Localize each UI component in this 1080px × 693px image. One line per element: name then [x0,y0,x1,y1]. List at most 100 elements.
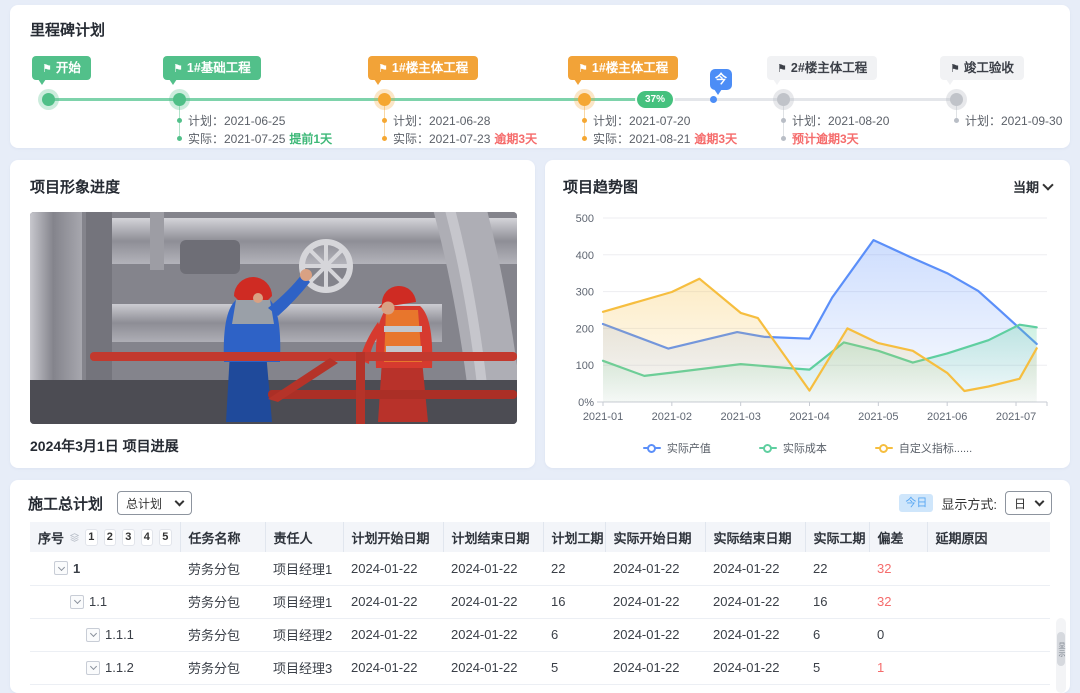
legend-item[interactable]: 自定义指标...... [875,440,972,456]
svg-text:200: 200 [576,323,594,335]
trend-chart: 0%1002003004005002021-012021-022021-0320… [561,204,1053,438]
period-selector[interactable]: 当期 [1013,177,1052,196]
chevron-down-icon [1035,497,1045,507]
bullet-dot [954,118,959,123]
level-button-4[interactable]: 4 [141,529,153,546]
milestone-badge: ⚑1#基础工程 [163,56,261,80]
bullet-dot [382,136,387,141]
milestone-dates: 计划：2021-09-30 [954,111,1062,129]
svg-text:2021-05: 2021-05 [858,411,898,423]
milestone-dates: 计划：2021-06-28 实际：2021-07-23逾期3天 [382,111,537,147]
trend-card-title: 项目趋势图 [563,176,638,197]
milestone-node [378,93,391,106]
delta-early: 提前1天 [289,132,332,146]
chevron-down-icon [1042,179,1053,190]
col-deviation: 偏差 [869,522,927,552]
milestone-node [777,93,790,106]
flag-icon: ⚑ [42,63,52,75]
bullet-dot [582,136,587,141]
chevron-down-icon [175,497,185,507]
milestone-dates: 计划：2021-06-25 实际：2021-07-25提前1天 [177,111,332,147]
col-owner: 责任人 [265,522,343,552]
svg-text:2021-01: 2021-01 [583,411,623,423]
milestone-card-title: 里程碑计划 [30,19,105,40]
col-act-days: 实际工期 [805,522,869,552]
level-button-2[interactable]: 2 [104,529,116,546]
col-plan-days: 计划工期 [543,522,605,552]
project-trend-card: 项目趋势图 当期 0%1002003004005002021-012021-02… [545,160,1070,468]
level-button-5[interactable]: 5 [159,529,171,546]
today-marker: 今 [710,69,732,90]
expand-toggle[interactable] [54,561,68,575]
level-button-1[interactable]: 1 [85,529,97,546]
milestone-badge: ⚑1#楼主体工程 [368,56,478,80]
chart-legend: 实际产值 实际成本 自定义指标...... [545,440,1070,456]
delta-late: 逾期3天 [494,132,537,146]
table-row[interactable]: 1.1 劳务分包 项目经理1 2024-01-22 2024-01-22 16 … [30,585,1050,618]
bullet-dot [781,136,786,141]
milestone-badge: ⚑1#楼主体工程 [568,56,678,80]
today-dot [710,96,717,103]
scrollbar-thumb[interactable]: 显示 [1057,632,1065,666]
milestone-badge: ⚑开始 [32,56,91,80]
level-button-3[interactable]: 3 [122,529,134,546]
milestone-plan-card: 里程碑计划 ⚑开始 ⚑1#基础工程 ⚑1#楼主体工程 ⚑1#楼主体工程 ⚑2#楼… [10,5,1070,148]
milestone-node [42,93,55,106]
plan-type-select[interactable]: 总计划 [117,491,192,515]
vertical-scrollbar[interactable]: 显示 [1056,618,1066,693]
today-button[interactable]: 今日 [899,494,933,512]
svg-text:400: 400 [576,250,594,262]
col-task: 任务名称 [180,522,265,552]
forecast-late: 预计逾期3天 [792,130,859,147]
plan-table-title: 施工总计划 [28,493,103,514]
legend-marker-icon [643,444,661,453]
photo-caption: 2024年3月1日 项目进展 [30,436,179,456]
bullet-dot [382,118,387,123]
project-photo[interactable] [30,212,517,424]
milestone-dates: 计划：2021-07-20 实际：2021-08-21逾期3天 [582,111,737,147]
legend-marker-icon [875,444,893,453]
legend-item[interactable]: 实际成本 [759,440,827,456]
period-selector-value: 当期 [1013,177,1039,196]
col-seq: 序号 [38,528,64,547]
table-row[interactable]: 1 劳务分包 项目经理1 2024-01-22 2024-01-22 22 20… [30,552,1050,585]
legend-marker-icon [759,444,777,453]
project-progress-card: 项目形象进度 [10,160,535,468]
expand-toggle[interactable] [86,628,100,642]
svg-text:2021-07: 2021-07 [996,411,1036,423]
timeline-done-segment [48,98,662,101]
bullet-dot [781,118,786,123]
col-act-end: 实际结束日期 [705,522,805,552]
svg-text:2021-04: 2021-04 [789,411,829,423]
milestone-badge: ⚑竣工验收 [940,56,1024,80]
table-header-row: 序号 1 2 3 4 5 任务名称 责任人 计划开 [30,522,1050,552]
flag-icon: ⚑ [950,63,960,75]
bullet-dot [177,118,182,123]
svg-text:2021-06: 2021-06 [927,411,967,423]
layers-icon [70,531,79,544]
progress-badge: 37% [637,91,673,108]
milestone-node [173,93,186,106]
expand-toggle[interactable] [70,595,84,609]
svg-text:300: 300 [576,287,594,299]
table-row[interactable]: 1.1.2 劳务分包 项目经理3 2024-01-22 2024-01-22 5… [30,651,1050,684]
photo-card-title: 项目形象进度 [30,176,120,197]
project-photo-illustration [30,212,517,424]
flag-icon: ⚑ [173,63,183,75]
svg-text:0%: 0% [578,397,594,409]
svg-text:100: 100 [576,360,594,372]
expand-toggle[interactable] [86,661,100,675]
table-row[interactable]: 1.1.1 劳务分包 项目经理2 2024-01-22 2024-01-22 6… [30,618,1050,651]
col-delay-reason: 延期原因 [927,522,1050,552]
bullet-dot [582,118,587,123]
legend-item[interactable]: 实际产值 [643,440,711,456]
col-plan-start: 计划开始日期 [343,522,443,552]
milestone-dates: 计划：2021-08-20 预计逾期3天 [781,111,889,147]
col-act-start: 实际开始日期 [605,522,705,552]
col-plan-end: 计划结束日期 [443,522,543,552]
flag-icon: ⚑ [378,63,388,75]
display-mode-label: 显示方式: [941,494,997,513]
timeline-todo-segment [662,98,958,101]
display-mode-select[interactable]: 日 [1005,491,1052,515]
flag-icon: ⚑ [777,63,787,75]
